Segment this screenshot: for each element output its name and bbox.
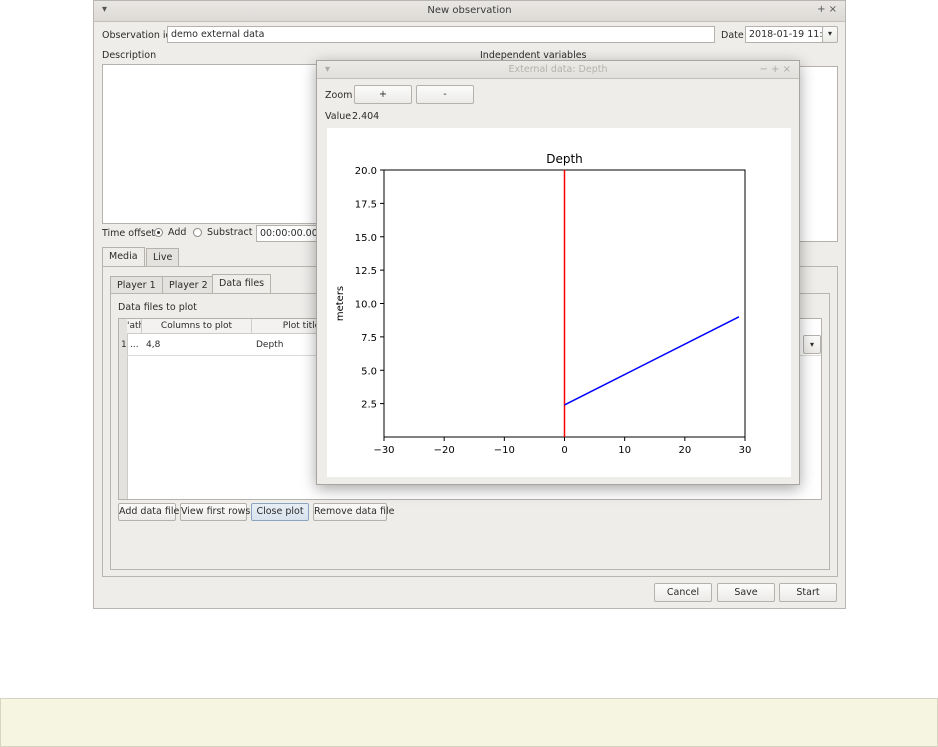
plot-canvas[interactable]: Depth meters −30 −20 −10 0 10 20 30 2.5 5.0 7.5 10.0… — [327, 128, 791, 477]
y-tick-label: 2.5 — [361, 400, 377, 411]
tab-media[interactable]: Media — [102, 247, 145, 267]
cell-plot-title[interactable]: Depth — [256, 340, 283, 350]
date-input[interactable]: 2018-01-19 11:58 — [745, 26, 823, 43]
tab-data-files[interactable]: Data files — [212, 274, 272, 294]
observation-id-input[interactable]: demo external data — [167, 26, 715, 43]
y-tick-label: 7.5 — [361, 333, 377, 344]
x-tick-label: 10 — [618, 445, 631, 456]
row-number: 1 — [121, 340, 127, 350]
notice-bar — [0, 698, 938, 747]
zoom-in-button[interactable]: + — [354, 85, 412, 104]
y-tick-label: 5.0 — [361, 366, 377, 377]
chart-title: Depth — [546, 152, 583, 166]
tab-player-1[interactable]: Player 1 — [110, 276, 163, 293]
depth-series-line — [564, 316, 740, 406]
zoom-out-button[interactable]: - — [416, 85, 474, 104]
view-first-rows-button[interactable]: View first rows — [180, 503, 250, 521]
value-readout: 2.404 — [352, 111, 380, 122]
remove-data-file-button[interactable]: Remove data file — [313, 503, 394, 521]
zoom-label: Zoom — [325, 90, 353, 101]
subtract-radio-label: Substract — [207, 227, 253, 238]
description-label: Description — [102, 50, 157, 61]
data-files-label: Data files to plot — [118, 302, 197, 313]
popup-title: External data: Depth — [508, 64, 608, 75]
value-label: Value — [325, 111, 352, 122]
column-header-columns-to-plot[interactable]: Columns to plot — [142, 319, 252, 334]
x-tick-label: 20 — [678, 445, 691, 456]
y-tick-label: 20.0 — [355, 166, 377, 177]
add-data-file-button[interactable]: Add data file — [118, 503, 179, 521]
x-tick-label: −20 — [434, 445, 455, 456]
popup-controls-icons[interactable]: − + × — [760, 64, 792, 75]
date-label: Date — [721, 30, 744, 41]
y-axis-label: meters — [335, 286, 346, 321]
independent-variables-table[interactable] — [795, 66, 838, 242]
time-offset-label: Time offset — [102, 228, 156, 239]
close-plot-button[interactable]: Close plot — [251, 503, 309, 521]
observation-id-label: Observation id — [102, 30, 172, 41]
save-button[interactable]: Save — [717, 583, 775, 602]
x-tick-label: −30 — [373, 445, 394, 456]
depth-chart: Depth meters −30 −20 −10 0 10 20 30 2.5 5.0 7.5 10.0… — [335, 152, 752, 456]
x-tick-label: −10 — [494, 445, 515, 456]
y-tick-label: 17.5 — [355, 199, 377, 210]
y-tick-label: 15.0 — [355, 233, 377, 244]
cell-path[interactable]: ... — [130, 340, 139, 350]
window-controls-icons[interactable]: + × — [817, 4, 837, 15]
y-tick-label: 12.5 — [355, 266, 377, 277]
x-tick-label: 30 — [739, 445, 752, 456]
cell-columns[interactable]: 4,8 — [146, 340, 160, 350]
date-dropdown-icon[interactable]: ▾ — [822, 26, 838, 43]
external-data-window: ▾ External data: Depth − + × Zoom + - Va… — [316, 60, 800, 485]
tab-live[interactable]: Live — [146, 248, 180, 267]
time-offset-input[interactable]: 00:00:00.000 — [256, 225, 318, 242]
add-radio[interactable] — [154, 228, 163, 237]
add-radio-label: Add — [168, 227, 187, 238]
column-header-path[interactable]: 'ath — [127, 319, 142, 334]
row-dropdown-icon[interactable]: ▾ — [803, 335, 821, 354]
cancel-button[interactable]: Cancel — [654, 583, 712, 602]
description-textarea[interactable] — [102, 64, 322, 224]
y-tick-label: 10.0 — [355, 300, 377, 311]
x-tick-label: 0 — [561, 445, 567, 456]
subtract-radio[interactable] — [193, 228, 202, 237]
window-titlebar: ▾ New observation + × — [94, 1, 845, 22]
tab-player-2[interactable]: Player 2 — [162, 276, 215, 293]
popup-titlebar: ▾ External data: Depth − + × — [317, 61, 799, 79]
start-button[interactable]: Start — [779, 583, 837, 602]
window-title: New observation — [427, 5, 512, 16]
